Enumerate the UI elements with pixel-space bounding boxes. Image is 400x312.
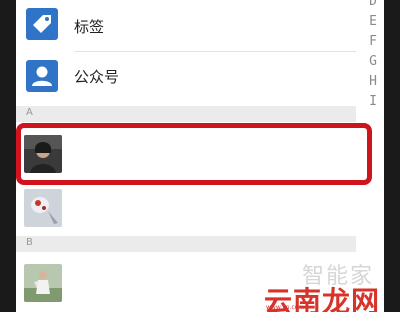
phone-bezel-left xyxy=(0,0,16,312)
phone-bezel-right xyxy=(384,0,400,312)
tag-icon xyxy=(26,8,58,40)
alpha-index-letter[interactable]: I xyxy=(364,94,382,109)
alpha-index-letter[interactable]: H xyxy=(364,74,382,89)
section-letter: B xyxy=(26,237,33,248)
contacts-row-official-accounts[interactable]: 公众号 xyxy=(16,52,356,100)
watermark: 智能家 云南龙网 www.yn.com xyxy=(262,258,382,312)
contacts-row-label: 标签 xyxy=(74,18,105,36)
section-letter: A xyxy=(26,107,33,118)
contacts-row-tags[interactable]: 标签 xyxy=(16,0,356,50)
section-header-b: B xyxy=(16,236,356,252)
alpha-index-letter[interactable]: G xyxy=(364,54,382,69)
alpha-index-letter[interactable]: E xyxy=(364,14,382,29)
person-icon xyxy=(26,60,58,92)
alpha-index-letter[interactable]: D xyxy=(364,0,382,9)
contacts-row-label: 公众号 xyxy=(74,68,120,86)
contact-row[interactable] xyxy=(16,186,356,232)
contact-avatar xyxy=(24,264,62,302)
highlight-box xyxy=(16,123,372,185)
watermark-url: www.yn.com xyxy=(266,304,305,311)
section-header-a: A xyxy=(16,106,356,122)
alpha-index-letter[interactable]: F xyxy=(364,34,382,49)
contact-avatar xyxy=(24,189,62,227)
